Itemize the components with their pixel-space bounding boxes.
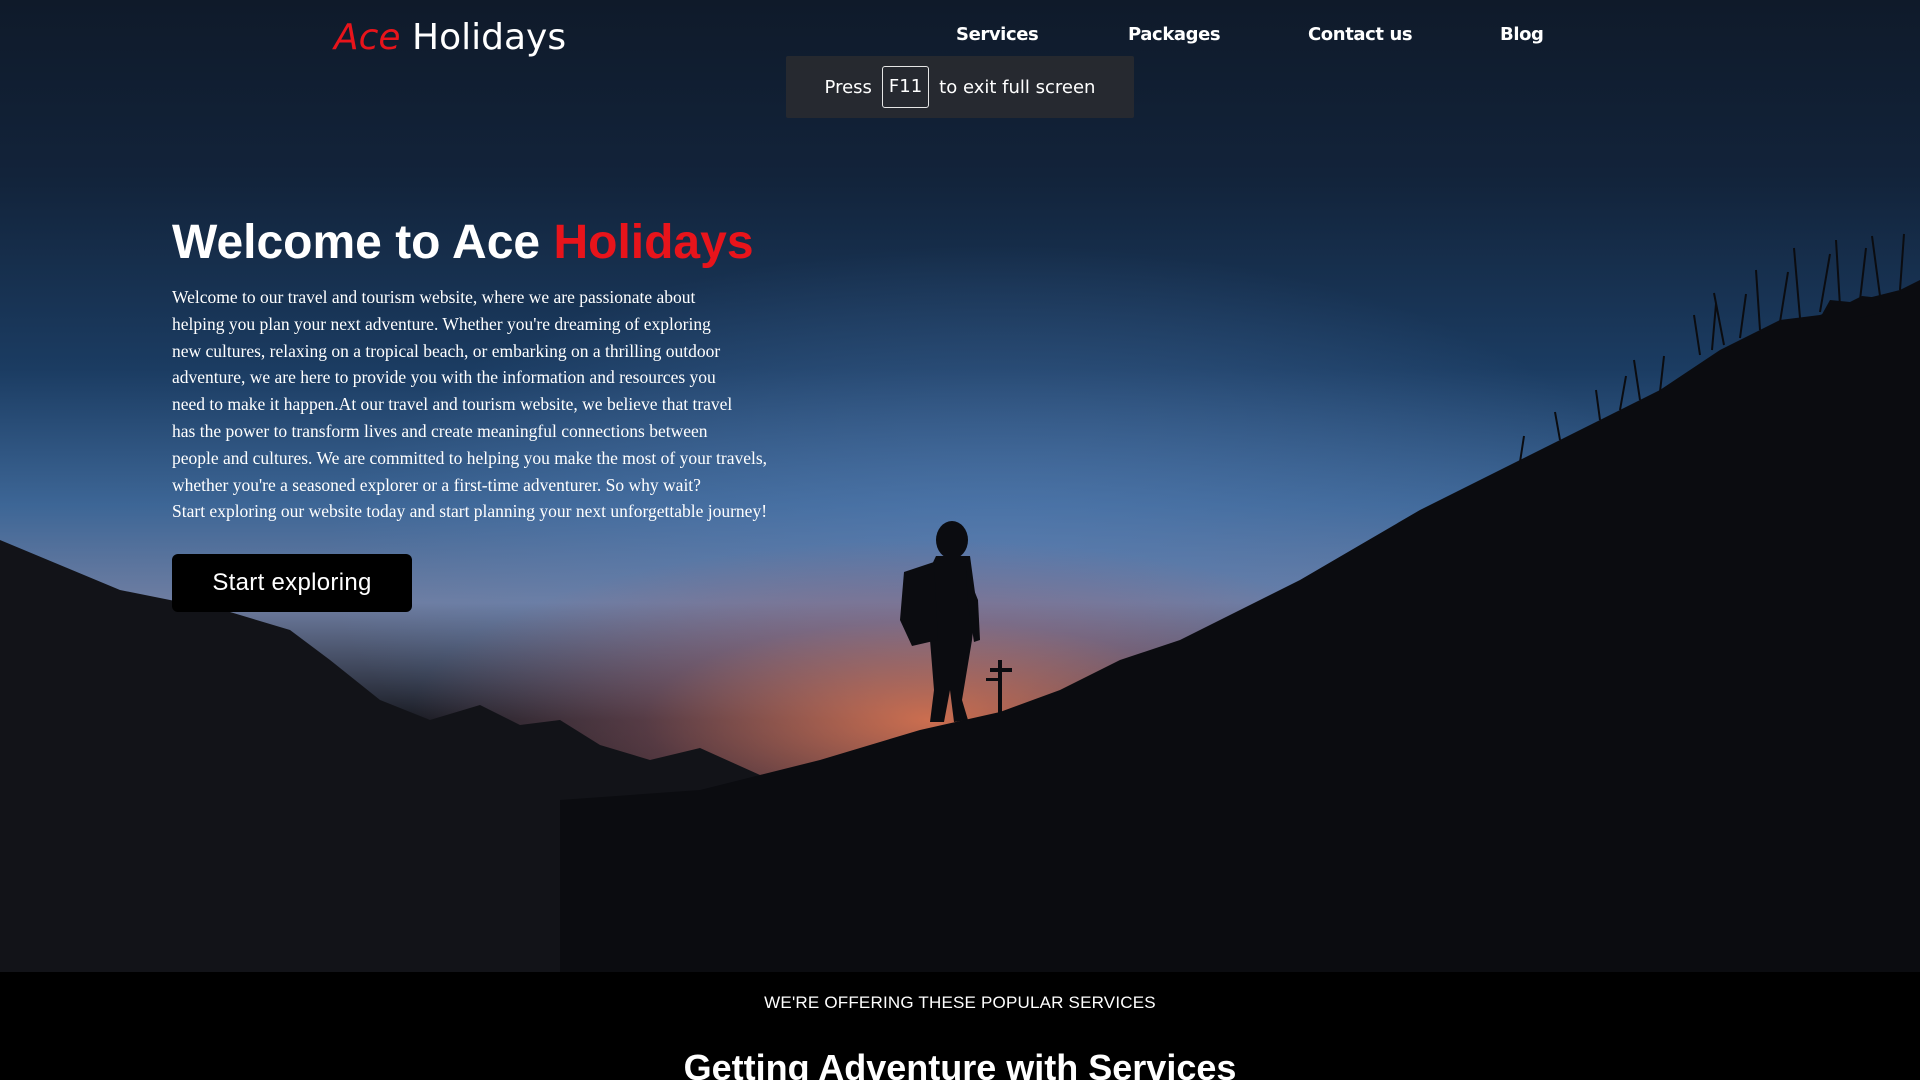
hero-description: Welcome to our travel and tourism websit… bbox=[172, 284, 822, 525]
nav-link-contact-us[interactable]: Contact us bbox=[1308, 24, 1413, 45]
hero-description-line: helping you plan your next adventure. Wh… bbox=[172, 313, 711, 334]
hero-title: Welcome to Ace Holidays bbox=[172, 212, 754, 274]
hero-description-line: whether you're a seasoned explorer or a … bbox=[172, 474, 701, 495]
fullscreen-notice-after: to exit full screen bbox=[939, 76, 1096, 98]
start-exploring-button[interactable]: Start exploring bbox=[172, 554, 412, 612]
hero-description-line: new cultures, relaxing on a tropical bea… bbox=[172, 340, 721, 361]
fullscreen-key-badge: F11 bbox=[881, 66, 930, 108]
services-heading: Getting Adventure with Services bbox=[683, 1047, 1237, 1080]
nav-link-blog[interactable]: Blog bbox=[1500, 24, 1544, 45]
hero-description-line: has the power to transform lives and cre… bbox=[172, 420, 708, 441]
nav-link-services[interactable]: Services bbox=[956, 24, 1039, 45]
hero-description-line: Welcome to our travel and tourism websit… bbox=[172, 287, 696, 307]
hero-title-plain: Welcome to Ace bbox=[172, 216, 554, 269]
main-navigation: Services Packages Contact us Blog bbox=[0, 24, 1920, 52]
hero-title-accent: Holidays bbox=[553, 216, 754, 269]
hero-description-line: need to make it happen.At our travel and… bbox=[172, 394, 733, 415]
services-eyebrow: WE'RE OFFERING THESE POPULAR SERVICES bbox=[764, 993, 1156, 1012]
fullscreen-exit-notice: Press F11 to exit full screen bbox=[786, 56, 1134, 118]
hero-description-line: Start exploring our website today and st… bbox=[172, 501, 768, 522]
fullscreen-notice-before: Press bbox=[824, 76, 872, 98]
hero-description-line: people and cultures. We are committed to… bbox=[172, 447, 768, 468]
hero-description-line: adventure, we are here to provide you wi… bbox=[172, 367, 716, 388]
nav-link-packages[interactable]: Packages bbox=[1128, 24, 1221, 45]
